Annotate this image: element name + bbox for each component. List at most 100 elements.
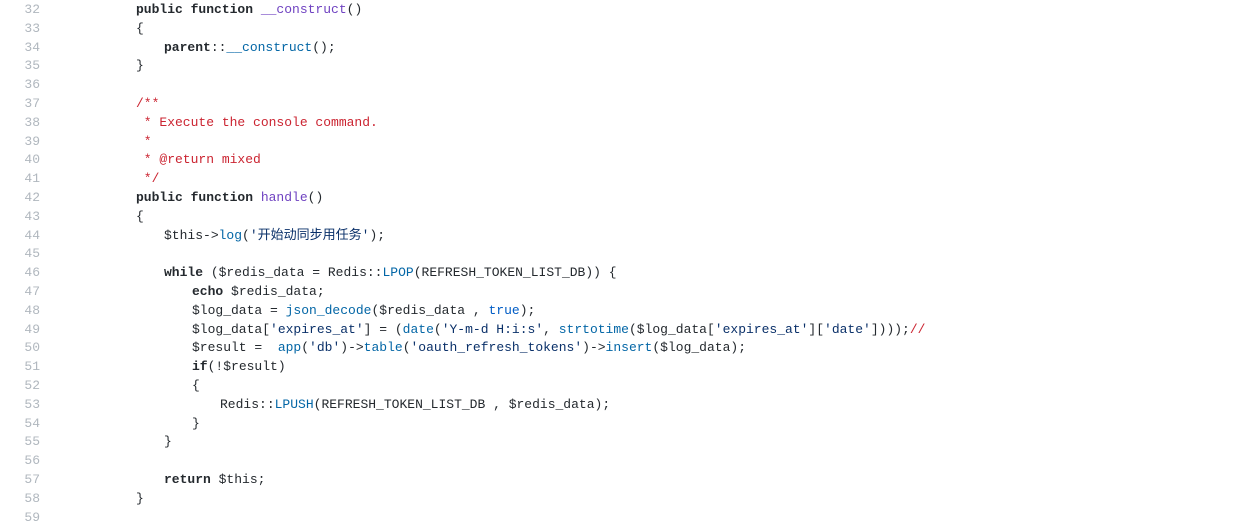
code-line[interactable]: /** [52, 95, 1240, 114]
code-line[interactable]: } [52, 433, 1240, 452]
token-punc: = [254, 340, 277, 355]
code-line[interactable]: { [52, 20, 1240, 39]
token-punc: )) { [585, 265, 616, 280]
token-punc: ) [278, 359, 286, 374]
line-number: 47 [0, 283, 40, 302]
token-var: $result [192, 340, 254, 355]
token-const: Redis [220, 397, 259, 412]
code-line[interactable]: $this->log('开始动同步用任务'); [52, 227, 1240, 246]
line-number: 49 [0, 321, 40, 340]
code-line[interactable]: if(!$result) [52, 358, 1240, 377]
line-number: 44 [0, 227, 40, 246]
token-var: $log_data [637, 322, 707, 337]
code-line[interactable] [52, 509, 1240, 528]
code-line[interactable]: parent::__construct(); [52, 39, 1240, 58]
line-number: 54 [0, 415, 40, 434]
token-punc: )-> [340, 340, 363, 355]
token-kw: parent [164, 40, 211, 55]
code-line[interactable] [52, 245, 1240, 264]
line-number: 32 [0, 1, 40, 20]
token-comment: */ [136, 171, 159, 186]
token-punc: -> [203, 228, 219, 243]
line-number: 41 [0, 170, 40, 189]
line-number: 48 [0, 302, 40, 321]
token-punc: ( [301, 340, 309, 355]
code-line[interactable]: } [52, 57, 1240, 76]
token-kw: public function [136, 190, 261, 205]
token-comment: /** [136, 96, 159, 111]
token-kw: echo [192, 284, 231, 299]
code-line[interactable]: $log_data['expires_at'] = (date('Y-m-d H… [52, 321, 1240, 340]
token-punc: { [192, 378, 200, 393]
code-line[interactable]: return $this; [52, 471, 1240, 490]
line-number: 46 [0, 264, 40, 283]
code-line[interactable]: } [52, 490, 1240, 509]
token-punc: ( [629, 322, 637, 337]
line-number: 40 [0, 151, 40, 170]
line-number: 50 [0, 339, 40, 358]
token-str: 'expires_at' [270, 322, 364, 337]
token-fn-call: log [219, 228, 242, 243]
token-punc: (); [312, 40, 335, 55]
token-punc: ( [403, 340, 411, 355]
token-var: $this [164, 228, 203, 243]
token-var: $log_data [660, 340, 730, 355]
token-bool: true [489, 303, 520, 318]
token-fn-call: json_decode [286, 303, 372, 318]
code-line[interactable] [52, 452, 1240, 471]
code-line[interactable]: public function __construct() [52, 1, 1240, 20]
token-punc: = [312, 265, 328, 280]
code-line[interactable]: * Execute the console command. [52, 114, 1240, 133]
code-line[interactable]: { [52, 208, 1240, 227]
code-line[interactable]: $log_data = json_decode($redis_data , tr… [52, 302, 1240, 321]
code-line[interactable]: * [52, 133, 1240, 152]
token-comment: // [910, 322, 926, 337]
token-punc: ][ [808, 322, 824, 337]
token-punc: } [192, 416, 200, 431]
code-line[interactable]: echo $redis_data; [52, 283, 1240, 302]
code-line[interactable]: $result = app('db')->table('oauth_refres… [52, 339, 1240, 358]
line-number: 45 [0, 245, 40, 264]
token-punc: ( [242, 228, 250, 243]
line-number: 53 [0, 396, 40, 415]
token-fn-call: __construct [226, 40, 312, 55]
token-str: '开始动同步用任务' [250, 228, 370, 243]
token-str: 'oauth_refresh_tokens' [411, 340, 583, 355]
token-fn-call: strtotime [559, 322, 629, 337]
token-punc: () [347, 2, 363, 17]
token-punc: ( [414, 265, 422, 280]
token-punc: } [136, 58, 144, 73]
token-var: $this [219, 472, 258, 487]
token-fn-call: app [278, 340, 301, 355]
token-punc: { [136, 209, 144, 224]
token-punc: )-> [582, 340, 605, 355]
token-var: $redis_data [509, 397, 595, 412]
token-const: Redis [328, 265, 367, 280]
line-number: 35 [0, 57, 40, 76]
line-number: 59 [0, 509, 40, 528]
token-const: REFRESH_TOKEN_LIST_DB [321, 397, 493, 412]
token-kw: public function [136, 2, 261, 17]
code-line[interactable]: } [52, 415, 1240, 434]
code-area[interactable]: public function __construct(){parent::__… [52, 0, 1240, 527]
code-line[interactable]: public function handle() [52, 189, 1240, 208]
token-punc: ]))); [871, 322, 910, 337]
code-line[interactable]: Redis::LPUSH(REFRESH_TOKEN_LIST_DB , $re… [52, 396, 1240, 415]
code-line[interactable]: * @return mixed [52, 151, 1240, 170]
line-number: 43 [0, 208, 40, 227]
code-line[interactable]: while ($redis_data = Redis::LPOP(REFRESH… [52, 264, 1240, 283]
token-str: 'date' [824, 322, 871, 337]
line-number: 42 [0, 189, 40, 208]
token-punc: [ [707, 322, 715, 337]
code-line[interactable] [52, 76, 1240, 95]
code-line[interactable]: */ [52, 170, 1240, 189]
token-kw: if [192, 359, 208, 374]
token-comment: * [136, 134, 152, 149]
token-fn-call: table [364, 340, 403, 355]
token-comment: * Execute the console command. [136, 115, 378, 130]
code-line[interactable]: { [52, 377, 1240, 396]
token-punc: = [270, 303, 286, 318]
token-punc: { [136, 21, 144, 36]
token-punc: ( [652, 340, 660, 355]
token-punc: ( [434, 322, 442, 337]
